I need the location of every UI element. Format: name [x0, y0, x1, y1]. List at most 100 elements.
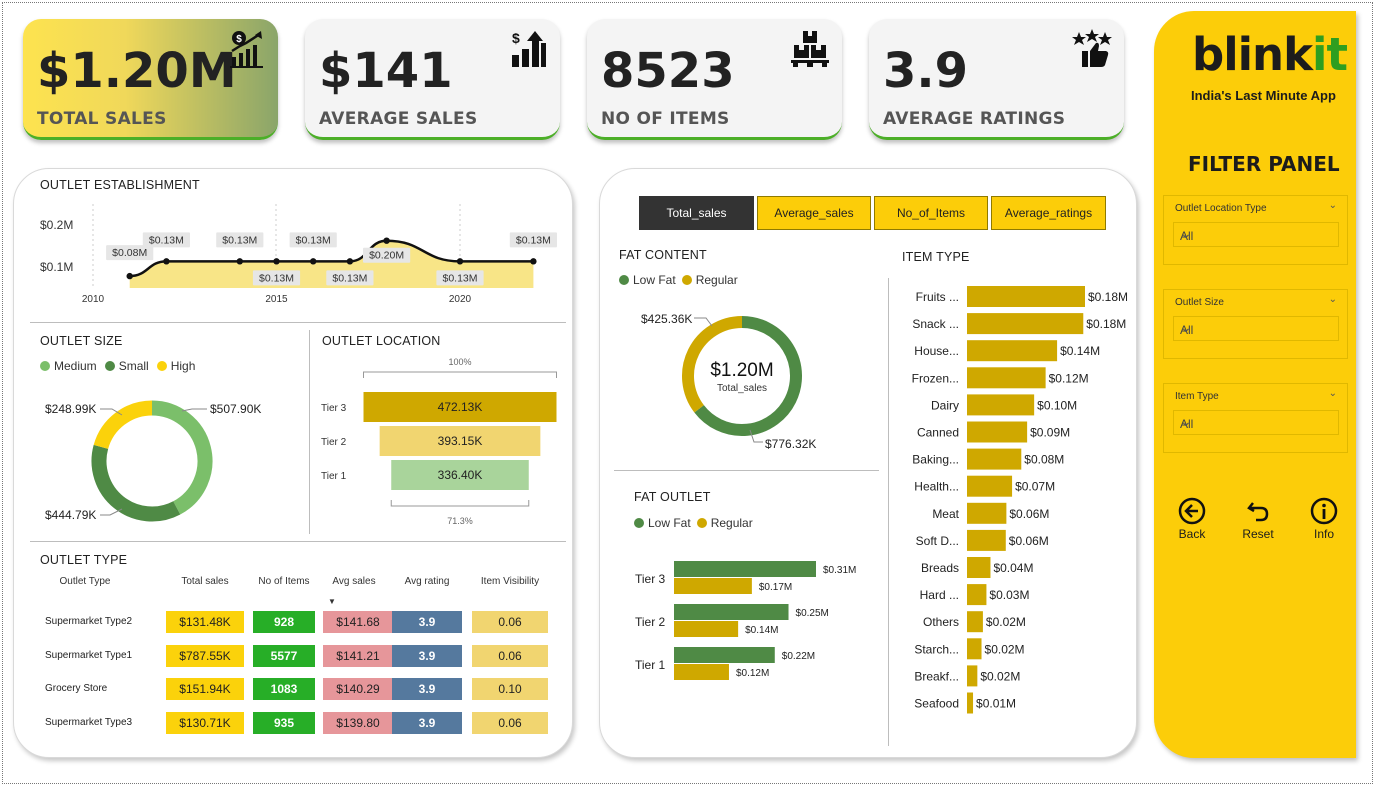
kpi-value: 8523	[601, 43, 735, 99]
outlet-type-name: Supermarket Type1	[45, 649, 133, 661]
establishment-title: OUTLET ESTABLISHMENT	[40, 178, 200, 192]
outlet-size-donut: $507.90K $248.99K $444.79K	[45, 400, 261, 522]
bar	[674, 621, 739, 637]
visibility-cell: 0.06	[472, 711, 548, 734]
kpi-value: $141	[319, 43, 453, 99]
bar	[967, 367, 1046, 389]
tab-average-sales[interactable]: Average_sales	[757, 196, 871, 230]
divider	[309, 330, 310, 534]
chevron-down-icon: ⌄	[1180, 225, 1192, 241]
outlet-size-slice	[91, 444, 181, 522]
column-header[interactable]: Avg rating	[392, 575, 462, 589]
legend-dot	[634, 518, 644, 528]
reset-button[interactable]: Reset	[1228, 497, 1288, 547]
category-label: Tier 3	[635, 572, 666, 586]
slice-label: $444.79K	[45, 508, 96, 522]
total-sales-cell: $131.48K	[166, 611, 244, 633]
bar	[967, 340, 1058, 362]
column-header[interactable]: Avg sales	[323, 575, 385, 589]
column-header[interactable]: Outlet Type	[45, 575, 125, 589]
data-point	[383, 237, 390, 244]
chevron-down-icon[interactable]: ⌄	[1329, 200, 1337, 211]
outlet-location-title: OUTLET LOCATION	[322, 334, 441, 348]
chevron-down-icon[interactable]: ⌄	[1329, 388, 1337, 399]
tab-total-sales[interactable]: Total_sales	[639, 196, 754, 230]
bar	[967, 394, 1035, 416]
outlet-size-dropdown[interactable]: All ⌄	[1173, 316, 1339, 341]
category-label: Breads	[921, 561, 959, 575]
bar	[967, 638, 982, 660]
category-label: Canned	[917, 426, 959, 440]
svg-text:$: $	[236, 34, 242, 45]
kpi-average-sales: $141 AVERAGE SALES $	[305, 19, 560, 140]
data-point	[530, 258, 537, 265]
funnel-bottom-pct: 71.3%	[447, 516, 473, 526]
items-cell: 5577	[253, 644, 315, 667]
visibility-cell: 0.06	[472, 611, 548, 633]
logo-accent: it	[1312, 28, 1348, 81]
legend-regular: Regular	[710, 516, 753, 530]
fat-outlet-bar-chart: Tier 3 $0.31M $0.17M Tier 2 $0.25M $0.14M Tier…	[635, 561, 856, 680]
kpi-label: TOTAL SALES	[37, 109, 167, 129]
data-label: $0.13M	[516, 234, 551, 246]
total-sales-cell: $151.94K	[166, 678, 244, 700]
sales-chart-icon: $	[230, 31, 263, 68]
outlet-type-name: Supermarket Type3	[45, 716, 133, 728]
tab-no-of-items[interactable]: No_of_Items	[874, 196, 988, 230]
info-label: Info	[1313, 527, 1334, 541]
bar-label: $0.02M	[985, 642, 1025, 656]
bar-label: $0.01M	[976, 697, 1016, 711]
filter-label: Outlet Size	[1175, 297, 1224, 308]
category-label: Meat	[932, 507, 959, 521]
back-button[interactable]: Back	[1162, 497, 1222, 547]
slice-label: $776.32K	[765, 437, 816, 451]
sort-desc-icon[interactable]: ▼	[327, 595, 337, 609]
kpi-total-sales: $1.20M TOTAL SALES $	[23, 19, 278, 140]
kpi-value: 3.9	[883, 43, 969, 99]
x-tick-label: 2015	[265, 294, 288, 305]
donut-center-label: Total_sales	[717, 383, 767, 394]
slice-label: $507.90K	[210, 402, 261, 416]
svg-text:$: $	[512, 30, 520, 46]
bar-label: $0.31M	[823, 565, 856, 576]
fat-content-legend: Low Fat Regular	[619, 273, 738, 287]
bar-label: $0.04M	[993, 561, 1033, 575]
tab-average-ratings[interactable]: Average_ratings	[991, 196, 1106, 230]
kpi-ratings: 3.9 AVERAGE RATINGS	[869, 19, 1124, 140]
info-button[interactable]: Info	[1294, 497, 1354, 547]
fat-content-donut: $1.20M Total_sales $425.36K $776.32K	[641, 312, 816, 451]
bar-label: $0.14M	[745, 625, 778, 636]
info-icon	[1310, 497, 1338, 525]
outlet-location-dropdown[interactable]: All ⌄	[1173, 222, 1339, 247]
category-label: Baking...	[912, 453, 959, 467]
filter-outlet-location-type: Outlet Location Type ⌄ All ⌄	[1163, 195, 1348, 265]
chevron-down-icon[interactable]: ⌄	[1329, 294, 1337, 305]
data-label: $0.13M	[442, 272, 477, 284]
total-sales-cell: $130.71K	[166, 711, 244, 734]
visibility-cell: 0.06	[472, 644, 548, 667]
outlet-type-name: Supermarket Type2	[45, 616, 133, 627]
divider	[888, 278, 889, 746]
back-label: Back	[1178, 527, 1206, 541]
category-label: Frozen...	[912, 371, 959, 385]
back-arrow-icon	[1178, 497, 1206, 525]
bar	[967, 286, 1085, 307]
column-header[interactable]: Item Visibility	[472, 575, 548, 589]
column-header[interactable]: No of Items	[253, 575, 315, 589]
legend-dot	[696, 518, 707, 528]
data-label: $0.13M	[332, 272, 367, 284]
bar-label: $0.03M	[989, 588, 1029, 602]
column-header[interactable]: Total sales	[166, 575, 244, 589]
data-label: $0.08M	[112, 247, 147, 259]
category-label: Hard ...	[920, 588, 959, 602]
bar-label: $0.10M	[1037, 398, 1077, 412]
filter-item-type: Item Type ⌄ All ⌄	[1163, 383, 1348, 453]
item-type-dropdown[interactable]: All ⌄	[1173, 410, 1339, 435]
data-label: $0.13M	[259, 272, 294, 284]
bar	[674, 604, 789, 620]
data-point	[273, 258, 280, 265]
bar-label: $0.08M	[1024, 453, 1064, 467]
reset-icon	[1247, 502, 1269, 522]
bar-label: $0.18M	[1086, 317, 1126, 331]
bar-label: $0.12M	[736, 668, 769, 679]
